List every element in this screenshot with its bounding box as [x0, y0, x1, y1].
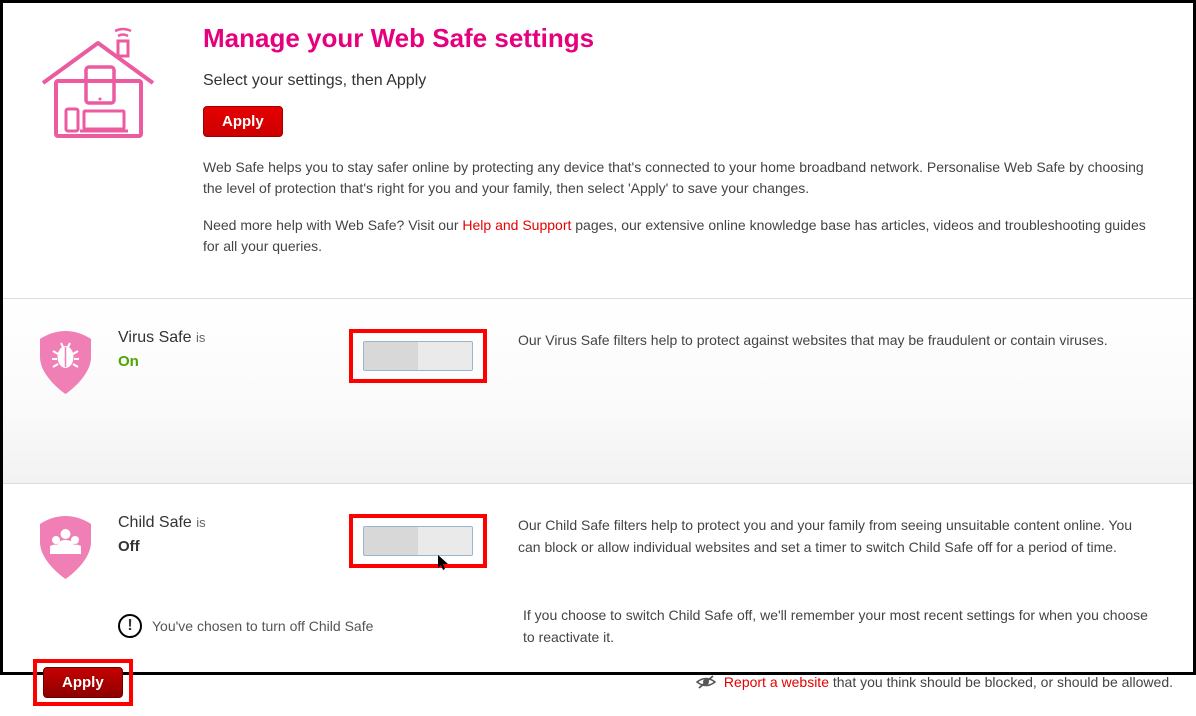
house-devices-icon [23, 23, 173, 143]
eye-slash-icon [696, 675, 716, 689]
virus-safe-name: Virus Safe is [118, 329, 318, 347]
report-suffix: that you think should be blocked, or sho… [829, 674, 1173, 690]
bottom-row: Apply Report a website that you think sh… [3, 659, 1193, 716]
child-safe-toggle[interactable] [363, 526, 473, 556]
virus-toggle-highlight [349, 329, 487, 383]
child-safe-description1: Our Child Safe filters help to protect y… [518, 514, 1153, 559]
report-website-link[interactable]: Report a website [724, 674, 829, 690]
child-safe-description2: If you choose to switch Child Safe off, … [523, 604, 1173, 649]
virus-safe-toggle[interactable] [363, 341, 473, 371]
child-safe-description-block: Our Child Safe filters help to protect y… [518, 514, 1173, 579]
virus-safe-label-block: Virus Safe is On [118, 329, 318, 370]
virus-safe-status: On [118, 353, 318, 370]
apply-button-bottom[interactable]: Apply [43, 667, 123, 698]
apply-bottom-highlight: Apply [33, 659, 133, 706]
page-title: Manage your Web Safe settings [203, 23, 1153, 54]
child-safe-status: Off [118, 538, 318, 555]
header-content: Manage your Web Safe settings Select you… [203, 23, 1173, 273]
help-description: Need more help with Web Safe? Visit our … [203, 215, 1153, 257]
child-shield-icon [38, 514, 98, 584]
child-toggle-highlight [349, 514, 487, 568]
child-safe-section: Child Safe is Off Our Child Safe filters… [3, 483, 1193, 659]
report-row: Report a website that you think should b… [696, 674, 1173, 690]
apply-button-top[interactable]: Apply [203, 106, 283, 137]
virus-safe-section: Virus Safe is On Our Virus Safe filters … [3, 298, 1193, 483]
child-safe-label-block: Child Safe is Off [118, 514, 318, 555]
help-prefix: Need more help with Web Safe? Visit our [203, 217, 462, 233]
child-safe-warning-block: ! You've chosen to turn off Child Safe [23, 604, 503, 649]
warning-icon: ! [118, 614, 142, 638]
page-subtitle: Select your settings, then Apply [203, 72, 1153, 90]
websafe-description: Web Safe helps you to stay safer online … [203, 157, 1153, 199]
child-safe-warning-text: You've chosen to turn off Child Safe [152, 618, 373, 634]
child-safe-toggle-container [338, 514, 498, 568]
child-safe-name: Child Safe is [118, 514, 318, 532]
help-support-link[interactable]: Help and Support [462, 217, 571, 233]
virus-safe-toggle-container [338, 329, 498, 383]
child-safe-lower-row: ! You've chosen to turn off Child Safe I… [23, 604, 1173, 649]
virus-shield-icon [38, 329, 98, 399]
virus-safe-description: Our Virus Safe filters help to protect a… [518, 329, 1173, 351]
header-section: Manage your Web Safe settings Select you… [3, 3, 1193, 298]
